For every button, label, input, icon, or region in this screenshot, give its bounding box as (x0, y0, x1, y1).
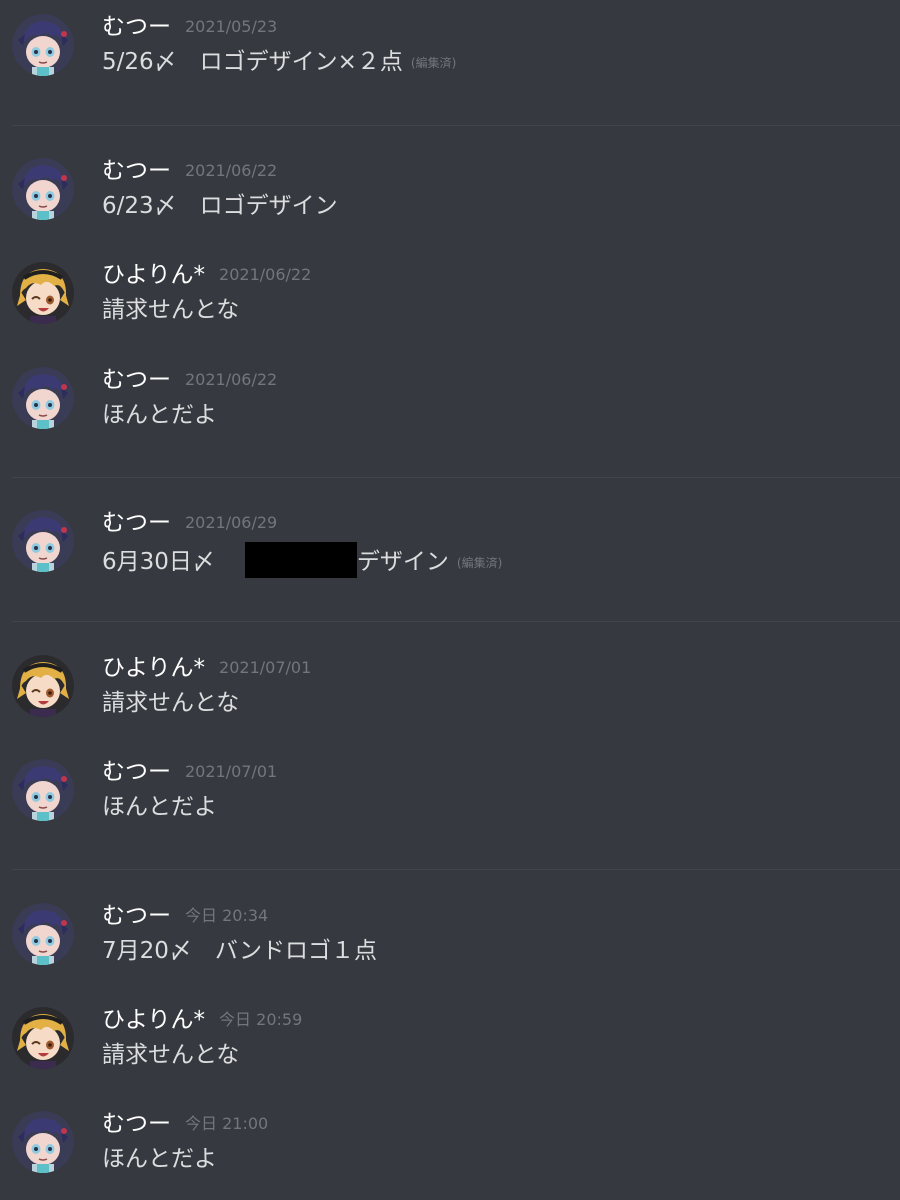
timestamp: 今日 20:59 (219, 1010, 303, 1029)
avatar-hiyorin[interactable] (12, 1007, 74, 1069)
message: ひよりん* 今日 20:59 請求せんとな (0, 1007, 900, 1087)
timestamp: 2021/06/29 (185, 513, 278, 532)
avatar-mutsu[interactable] (12, 367, 74, 429)
message-content: 6/23〆 ロゴデザイン (102, 190, 338, 222)
message-header: ひよりん* 今日 20:59 (102, 1005, 302, 1035)
avatar-hiyorin[interactable] (12, 262, 74, 324)
message: むつー 今日 20:34 7月20〆 バンドロゴ１点 (0, 903, 900, 983)
avatar-mutsu[interactable] (12, 510, 74, 572)
message-content: 請求せんとな (102, 294, 239, 326)
message: むつー 2021/07/01 ほんとだよ (0, 759, 900, 839)
message-text: 6月30日〆 (102, 549, 215, 575)
message-content: ほんとだよ (102, 791, 217, 823)
timestamp: 今日 20:34 (185, 906, 269, 925)
avatar-hiyorin[interactable] (12, 655, 74, 717)
username[interactable]: むつー (102, 510, 171, 536)
message-content: 6月30日〆 デザイン (編集済) (102, 542, 502, 579)
username[interactable]: ひよりん* (102, 262, 205, 288)
avatar-mutsu[interactable] (12, 903, 74, 965)
message-header: むつー 今日 20:34 (102, 901, 268, 931)
message: むつー 2021/05/23 5/26〆 ロゴデザイン×２点 (編集済) (0, 14, 900, 94)
message-divider (12, 869, 900, 870)
username[interactable]: むつー (102, 759, 171, 785)
username[interactable]: ひよりん* (102, 1007, 205, 1033)
message-content: ほんとだよ (102, 399, 217, 431)
message-header: むつー 2021/06/22 (102, 156, 277, 186)
username[interactable]: むつー (102, 367, 171, 393)
message: ひよりん* 2021/06/22 請求せんとな (0, 262, 900, 342)
message-header: ひよりん* 2021/06/22 (102, 260, 311, 290)
message-text: デザイン (356, 549, 449, 575)
timestamp: 2021/06/22 (185, 161, 278, 180)
edited-label: (編集済) (410, 56, 457, 70)
timestamp: 2021/06/22 (219, 265, 312, 284)
chat-log: むつー 2021/05/23 5/26〆 ロゴデザイン×２点 (編集済) むつー 20… (0, 0, 900, 1200)
message-content: 5/26〆 ロゴデザイン×２点 (編集済) (102, 46, 456, 79)
message: むつー 今日 21:00 ほんとだよ (0, 1111, 900, 1191)
message-header: むつー 2021/05/23 (102, 12, 277, 42)
message-content: ほんとだよ (102, 1143, 217, 1175)
message: むつー 2021/06/29 6月30日〆 デザイン (編集済) (0, 510, 900, 590)
redaction-block (244, 542, 357, 578)
timestamp: 2021/07/01 (185, 762, 278, 781)
message: むつー 2021/06/22 6/23〆 ロゴデザイン (0, 158, 900, 238)
avatar-mutsu[interactable] (12, 759, 74, 821)
message-text: ほんとだよ (102, 402, 217, 428)
username[interactable]: むつー (102, 14, 171, 40)
message-header: むつー 今日 21:00 (102, 1109, 268, 1139)
message-divider (12, 125, 900, 126)
avatar-mutsu[interactable] (12, 14, 74, 76)
message-divider (12, 477, 900, 478)
message-text: 7月20〆 バンドロゴ１点 (102, 938, 378, 964)
username[interactable]: むつー (102, 903, 171, 929)
message-text: 請求せんとな (102, 1042, 240, 1068)
avatar-mutsu[interactable] (12, 158, 74, 220)
timestamp: 今日 21:00 (185, 1114, 269, 1133)
message-text: ほんとだよ (102, 1146, 217, 1172)
message-divider (12, 621, 900, 622)
message-content: 7月20〆 バンドロゴ１点 (102, 935, 377, 967)
message-text: 5/26〆 ロゴデザイン×２点 (102, 49, 403, 75)
message: ひよりん* 2021/07/01 請求せんとな (0, 655, 900, 735)
username[interactable]: むつー (102, 1111, 171, 1137)
message-text: ほんとだよ (102, 794, 217, 820)
message: むつー 2021/06/22 ほんとだよ (0, 367, 900, 447)
edited-label: (編集済) (456, 556, 503, 570)
message-text: 6/23〆 ロゴデザイン (102, 193, 338, 219)
username[interactable]: ひよりん* (102, 655, 205, 681)
message-header: むつー 2021/06/22 (102, 365, 277, 395)
message-text: 請求せんとな (102, 690, 240, 716)
avatar-mutsu[interactable] (12, 1111, 74, 1173)
timestamp: 2021/06/22 (185, 370, 278, 389)
message-header: むつー 2021/06/29 (102, 508, 277, 538)
message-header: ひよりん* 2021/07/01 (102, 653, 311, 683)
message-content: 請求せんとな (102, 1039, 239, 1071)
timestamp: 2021/07/01 (219, 658, 312, 677)
username[interactable]: むつー (102, 158, 171, 184)
timestamp: 2021/05/23 (185, 17, 278, 36)
message-text: 請求せんとな (102, 297, 240, 323)
message-content: 請求せんとな (102, 687, 239, 719)
message-header: むつー 2021/07/01 (102, 757, 277, 787)
